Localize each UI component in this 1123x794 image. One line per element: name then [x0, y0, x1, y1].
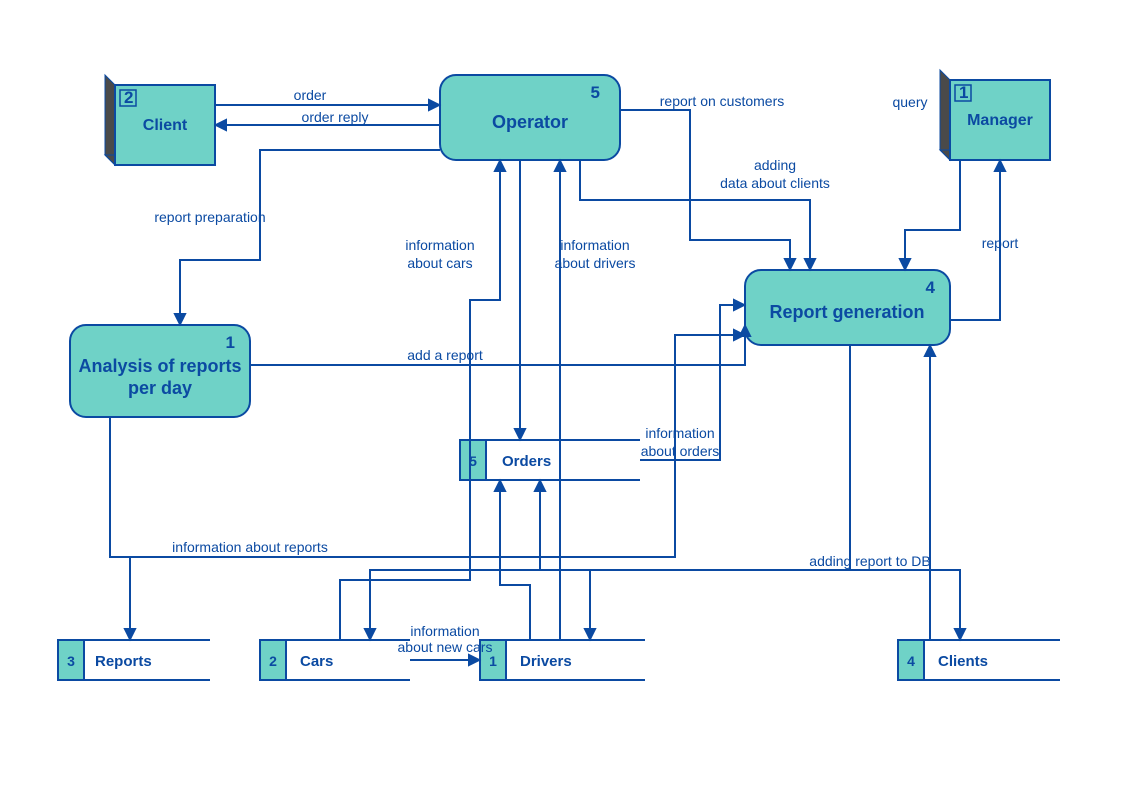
flow-order-reply-label: order reply: [302, 109, 369, 125]
flow-info-orders-label-1: about orders: [641, 443, 720, 459]
process-report-generation: 4 Report generation: [745, 270, 950, 345]
entity-client-number: 2: [124, 88, 133, 107]
flow-drivers-to-orders: [500, 480, 530, 640]
flow-info-cars-label-1: about cars: [407, 255, 472, 271]
entity-manager-label: Manager: [967, 112, 1033, 129]
flow-query: [905, 160, 960, 270]
process-operator: 5 Operator: [440, 75, 620, 160]
store-reports-label: Reports: [95, 653, 152, 670]
process-analysis-label-1: per day: [128, 378, 192, 398]
flow-info-drivers-label-1: about drivers: [555, 255, 636, 271]
flow-report-preparation-label: report preparation: [154, 209, 265, 225]
flow-adding-db-drivers: [590, 570, 850, 640]
flow-adding-db-clients: [850, 345, 960, 640]
flow-order-label: order: [294, 87, 327, 103]
flow-info-cars: [340, 160, 500, 640]
flow-add-report: [250, 325, 745, 365]
store-cars-number: 2: [269, 653, 277, 669]
flow-add-report-label: add a report: [407, 347, 483, 363]
process-operator-label: Operator: [492, 112, 568, 132]
process-analysis-number: 1: [226, 333, 235, 352]
store-clients-label: Clients: [938, 653, 988, 670]
flow-report-preparation: [180, 150, 440, 325]
flow-info-reports-label: information about reports: [172, 539, 328, 555]
process-analysis: 1 Analysis of reports per day: [70, 325, 250, 417]
process-operator-number: 5: [591, 83, 600, 102]
entity-manager: 1 Manager: [940, 70, 1050, 160]
store-cars-label: Cars: [300, 653, 333, 670]
flow-info-orders-label-0: information: [645, 425, 714, 441]
entity-manager-number: 1: [959, 83, 968, 102]
entity-client-label: Client: [143, 117, 188, 134]
flow-report-label: report: [982, 235, 1019, 251]
flow-adding-data-clients-label-1: data about clients: [720, 175, 830, 191]
store-reports-number: 3: [67, 653, 75, 669]
store-drivers: 1 Drivers: [480, 640, 645, 680]
store-orders: 5 Orders: [460, 440, 640, 480]
store-clients: 4 Clients: [898, 640, 1060, 680]
flow-query-label: query: [892, 94, 927, 110]
store-drivers-number: 1: [489, 653, 497, 669]
flow-report-on-customers-label: report on customers: [660, 93, 785, 109]
store-reports: 3 Reports: [58, 640, 210, 680]
process-reportgen-label: Report generation: [769, 302, 924, 322]
flow-adding-data-clients-label-0: adding: [754, 157, 796, 173]
flow-info-drivers-label-0: information: [560, 237, 629, 253]
store-orders-label: Orders: [502, 453, 551, 470]
store-drivers-label: Drivers: [520, 653, 572, 670]
flow-info-new-cars-label-0: information: [410, 623, 479, 639]
store-clients-number: 4: [907, 653, 915, 669]
entity-client: 2 Client: [105, 75, 215, 165]
flow-info-cars-label-0: information: [405, 237, 474, 253]
process-analysis-label-0: Analysis of reports: [78, 356, 241, 376]
flow-adding-db-label: adding report to DB: [809, 553, 930, 569]
flow-info-new-cars-label-1: about new cars: [398, 639, 493, 655]
process-reportgen-number: 4: [926, 278, 936, 297]
store-cars: 2 Cars: [260, 640, 410, 680]
